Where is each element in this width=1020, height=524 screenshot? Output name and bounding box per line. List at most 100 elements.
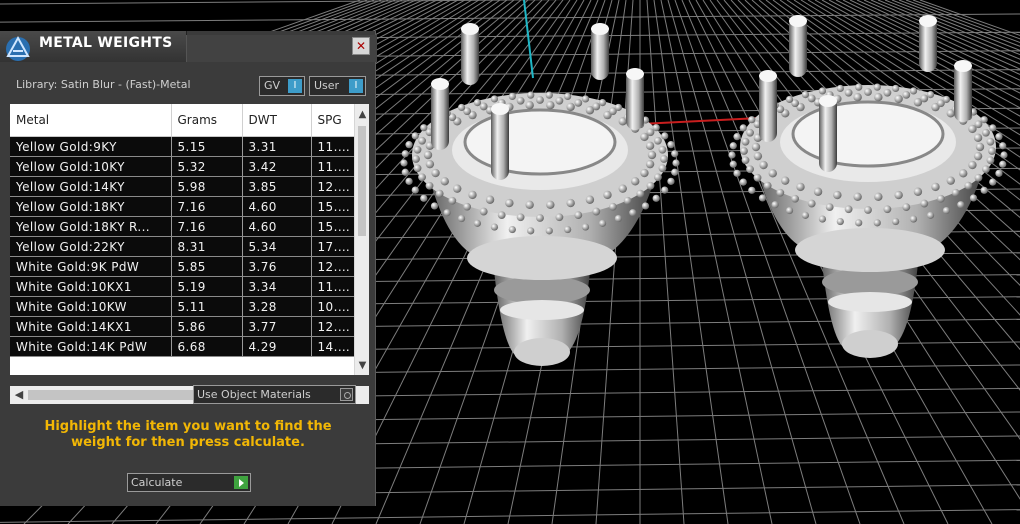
bead: [400, 159, 408, 167]
prong-tip: [431, 78, 449, 90]
bead: [733, 169, 741, 177]
toggle-knob-icon: I: [349, 79, 363, 93]
library-label: Library: Satin Blur - (Fast)-Metal: [16, 78, 191, 91]
bead: [776, 188, 785, 197]
bead: [412, 155, 420, 163]
table-row[interactable]: White Gold:9K PdW 5.85 3.76 12.59: [10, 256, 355, 277]
close-button[interactable]: ✕: [352, 37, 370, 55]
cell-dwt: 3.34: [242, 276, 312, 297]
bead: [525, 200, 534, 209]
table-row[interactable]: White Gold:14KX1 5.86 3.77 12.61: [10, 316, 355, 337]
bead: [883, 88, 892, 97]
bead: [671, 168, 679, 176]
bead: [564, 92, 572, 101]
bead: [546, 200, 555, 209]
bead: [479, 207, 488, 216]
cell-grams: 7.16: [171, 216, 243, 237]
bead: [864, 88, 872, 96]
bead: [479, 102, 488, 111]
bead: [951, 188, 960, 197]
bead: [995, 169, 1003, 177]
bead: [873, 219, 881, 227]
cell-metal: White Gold:14K PdW: [10, 336, 172, 357]
cell-metal: White Gold:10KX1: [10, 276, 172, 297]
table-row[interactable]: Yellow Gold:9KY 5.15 3.31 11.08: [10, 136, 355, 157]
cell-dwt: 3.31: [242, 136, 312, 157]
cell-spg: 11.45: [311, 156, 355, 177]
bead: [448, 196, 457, 205]
bead: [435, 189, 444, 198]
bead: [555, 213, 564, 222]
bead: [989, 178, 997, 186]
use-object-materials-toggle[interactable]: Use Object Materials: [193, 385, 356, 404]
bead: [671, 150, 679, 158]
bead: [844, 205, 853, 214]
scroll-up-icon[interactable]: ▲: [355, 108, 369, 122]
bead: [942, 95, 951, 104]
bead: [836, 84, 844, 93]
bead: [401, 150, 409, 158]
table-row[interactable]: White Gold:10KW 5.11 3.28 10.99: [10, 296, 355, 317]
prong-tip: [626, 68, 644, 80]
app-logo-icon: [6, 35, 30, 61]
bead: [618, 184, 627, 193]
bead: [629, 209, 637, 217]
bead: [603, 190, 612, 200]
table-row[interactable]: Yellow Gold:18KY R... 7.16 4.60 15.41: [10, 216, 355, 237]
user-toggle[interactable]: User I: [309, 76, 366, 96]
bead: [748, 186, 756, 194]
table-row[interactable]: Yellow Gold:18KY 7.16 4.60 15.41: [10, 196, 355, 217]
bead: [508, 225, 516, 234]
table-row[interactable]: Yellow Gold:14KY 5.98 3.85 12.88: [10, 176, 355, 197]
bead: [645, 159, 655, 169]
panel-titlebar[interactable]: METAL WEIGHTS ✕: [0, 0, 377, 66]
user-toggle-label: User: [314, 79, 340, 92]
metal-table-container[interactable]: Metal Grams DWT SPG Yellow Gold:9KY 5.15 3…: [10, 104, 369, 375]
bead: [989, 124, 997, 132]
bead: [636, 189, 645, 198]
scroll-left-icon[interactable]: ◀: [12, 386, 26, 404]
bead: [807, 94, 816, 103]
column-header-spg[interactable]: SPG: [311, 104, 355, 137]
cell-grams: 6.68: [171, 336, 243, 357]
bead: [545, 227, 553, 235]
column-header-metal[interactable]: Metal: [10, 104, 172, 137]
bead: [855, 219, 863, 227]
column-header-grams[interactable]: Grams: [171, 104, 243, 137]
table-row[interactable]: Yellow Gold:22KY 8.31 5.34 17.89: [10, 236, 355, 257]
bead: [964, 181, 973, 190]
prong: [759, 72, 777, 142]
vertical-scrollbar[interactable]: ▲ ▼: [354, 104, 369, 375]
cell-spg: 15.41: [311, 196, 355, 217]
prong: [431, 80, 449, 150]
bead: [748, 116, 756, 124]
bead: [741, 137, 750, 146]
bead: [973, 151, 983, 161]
column-header-dwt[interactable]: DWT: [242, 104, 312, 137]
table-row[interactable]: White Gold:14K PdW 6.68 4.29 14.37: [10, 336, 355, 357]
bead: [980, 116, 988, 124]
table-row[interactable]: Yellow Gold:10KY 5.32 3.42 11.45: [10, 156, 355, 177]
bead: [975, 142, 985, 152]
bead: [986, 137, 995, 146]
cell-dwt: 3.42: [242, 156, 312, 177]
stem-ring: [822, 268, 918, 296]
table-row[interactable]: White Gold:10KX1 5.19 3.34 11.18: [10, 276, 355, 297]
calculate-button[interactable]: Calculate: [127, 473, 251, 492]
cell-grams: 5.11: [171, 296, 243, 317]
bead: [920, 199, 929, 208]
cell-metal: White Gold:9K PdW: [10, 256, 172, 277]
scroll-thumb[interactable]: [358, 126, 366, 236]
bead: [545, 91, 553, 99]
cell-metal: White Gold:14KX1: [10, 316, 172, 337]
bead: [874, 93, 883, 102]
cell-metal: Yellow Gold:9KY: [10, 136, 172, 157]
cell-grams: 5.85: [171, 256, 243, 277]
cell-metal: White Gold:10KW: [10, 296, 172, 317]
instruction-text: Highlight the item you want to find the …: [44, 419, 332, 450]
stem-ring: [500, 300, 584, 320]
scroll-down-icon[interactable]: ▼: [355, 359, 369, 373]
bead: [672, 159, 680, 167]
gv-toggle[interactable]: GV I: [259, 76, 305, 96]
play-arrow-icon: [234, 476, 248, 489]
